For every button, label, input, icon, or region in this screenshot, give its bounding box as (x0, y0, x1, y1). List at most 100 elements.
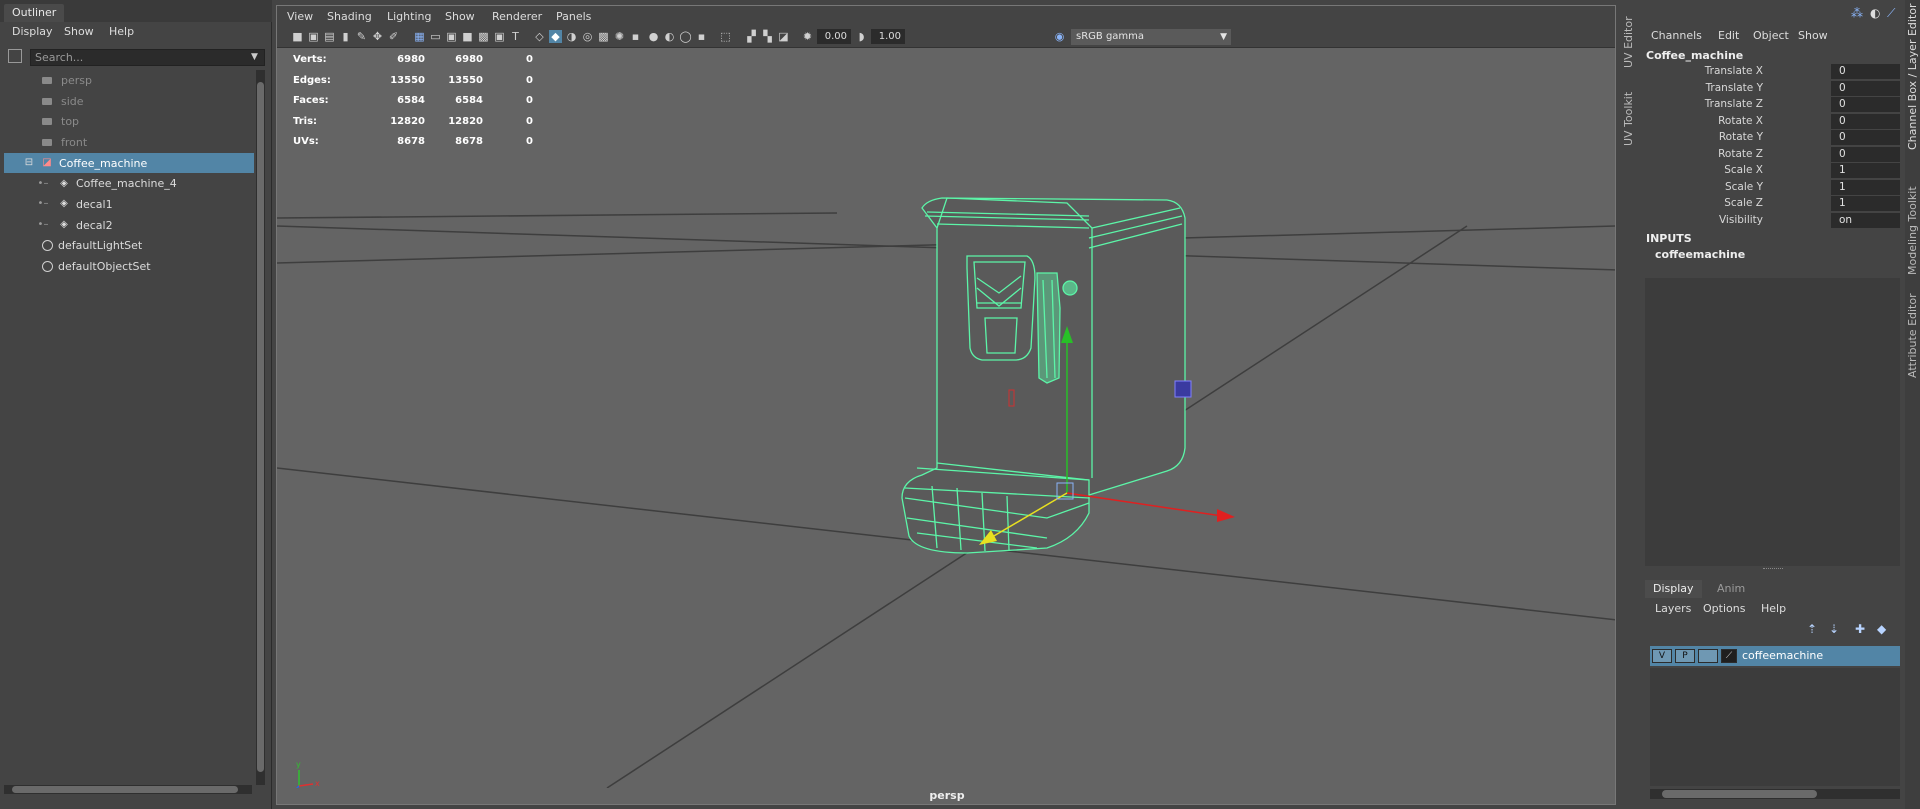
menu-help[interactable]: Help (1761, 602, 1786, 615)
attr-row-rotate-y[interactable]: Rotate Y 0 (1645, 130, 1900, 147)
xray-icon[interactable]: ▞ (745, 30, 758, 43)
input-node-coffeemachine[interactable]: coffeemachine (1655, 248, 1745, 261)
tree-item-side[interactable]: side (4, 91, 254, 112)
menu-help[interactable]: Help (109, 25, 134, 38)
filter-icon[interactable] (8, 49, 22, 63)
menu-object[interactable]: Object (1753, 29, 1789, 42)
exposure-field[interactable]: 0.00 (817, 29, 851, 44)
attr-row-translate-y[interactable]: Translate Y 0 (1645, 80, 1900, 98)
tab-anim-layers[interactable]: Anim (1709, 580, 1753, 598)
tab-modeling-toolkit[interactable]: Modeling Toolkit (1906, 186, 1919, 275)
attr-value-field[interactable]: 1 (1831, 163, 1900, 178)
menu-channels[interactable]: Channels (1651, 29, 1702, 42)
menu-lighting[interactable]: Lighting (387, 10, 431, 23)
2d-pan-zoom-icon[interactable]: ✥ (371, 30, 384, 43)
attribute-editor-icon[interactable]: ⟋ (1887, 6, 1895, 21)
depth-of-field-icon[interactable]: ▪ (695, 30, 708, 43)
collapse-icon[interactable]: ⊟ (24, 158, 34, 168)
ambient-occlusion-icon[interactable]: ● (647, 30, 660, 43)
film-gate-icon[interactable]: ▭ (429, 30, 442, 43)
grease-pencil-icon[interactable]: ✐ (387, 30, 400, 43)
gate-mask-icon[interactable]: ■ (461, 30, 474, 43)
attr-value-field[interactable]: on (1831, 212, 1900, 228)
outliner-vertical-scrollbar[interactable] (256, 70, 265, 785)
menu-show[interactable]: Show (445, 10, 475, 23)
layer-playback-toggle[interactable]: P (1675, 649, 1695, 663)
menu-shading[interactable]: Shading (327, 10, 372, 23)
attr-value-field[interactable]: 0 (1831, 113, 1900, 129)
attr-row-translate-x[interactable]: Translate X 0 (1645, 64, 1900, 81)
menu-panels[interactable]: Panels (556, 10, 591, 23)
xray-joints-icon[interactable]: ▚ (761, 30, 774, 43)
attr-value-field[interactable]: 0 (1831, 130, 1900, 145)
layer-horizontal-scrollbar[interactable] (1650, 789, 1900, 799)
menu-edit[interactable]: Edit (1718, 29, 1739, 42)
viewport-panel[interactable]: View Shading Lighting Show Renderer Pane… (276, 5, 1616, 805)
tree-item-default-light-set[interactable]: defaultLightSet (4, 236, 254, 257)
menu-show[interactable]: Show (64, 25, 94, 38)
camera-attributes-icon[interactable]: ▣ (307, 30, 320, 43)
attr-value-field[interactable]: 1 (1831, 196, 1900, 211)
wireframe-icon[interactable]: ◇ (533, 30, 546, 43)
tree-item-coffee-machine[interactable]: ⊟ ◪ Coffee_machine (4, 152, 254, 174)
gamma-icon[interactable]: ◗ (855, 30, 868, 43)
field-chart-icon[interactable]: ▩ (477, 30, 490, 43)
textured-icon[interactable]: ▩ (597, 30, 610, 43)
coffee-machine-wireframe[interactable] (901, 197, 1186, 554)
safe-title-icon[interactable]: T (509, 30, 522, 43)
tree-item-persp[interactable]: persp (4, 70, 254, 91)
attr-row-scale-x[interactable]: Scale X 1 (1645, 163, 1900, 180)
scene-3d-view[interactable]: y x (277, 48, 1616, 788)
new-layer-from-selection-icon[interactable]: ◆ (1877, 622, 1886, 636)
tab-display-layers[interactable]: Display (1645, 580, 1702, 598)
search-input[interactable] (30, 49, 265, 66)
tree-item-front[interactable]: front (4, 132, 254, 153)
tree-item-decal1[interactable]: •– ◈ decal1 (4, 194, 254, 215)
exposure-icon[interactable]: ✹ (801, 30, 814, 43)
lights-icon[interactable]: ✺ (613, 30, 626, 43)
layer-color-swatch[interactable]: ⟋ (1721, 649, 1737, 663)
layer-editor-icon[interactable]: ◐ (1870, 6, 1880, 20)
scrollbar-thumb[interactable] (1662, 790, 1817, 798)
attr-row-scale-z[interactable]: Scale Z 1 (1645, 196, 1900, 213)
tab-channel-box-layer-editor[interactable]: Channel Box / Layer Editor (1906, 3, 1919, 150)
channel-box-icon[interactable]: ⁂ (1851, 6, 1863, 20)
default-material-icon[interactable]: ◑ (565, 30, 578, 43)
scrollbar-thumb[interactable] (12, 786, 238, 793)
attr-value-field[interactable]: 0 (1831, 64, 1900, 79)
layer-visibility-toggle[interactable]: V (1652, 649, 1672, 663)
menu-view[interactable]: View (287, 10, 313, 23)
gamma-field[interactable]: 1.00 (871, 29, 905, 44)
shadows-icon[interactable]: ▪ (629, 30, 642, 43)
tab-outliner[interactable]: Outliner (4, 4, 65, 22)
backface-culling-icon[interactable]: ◪ (777, 30, 790, 43)
tree-item-coffee-machine-4[interactable]: •– ◈ Coffee_machine_4 (4, 173, 254, 194)
attr-row-rotate-z[interactable]: Rotate Z 0 (1645, 146, 1900, 164)
tab-attribute-editor[interactable]: Attribute Editor (1906, 293, 1919, 378)
menu-display[interactable]: Display (12, 25, 53, 38)
move-layer-down-icon[interactable]: ⇣ (1829, 622, 1839, 636)
anti-aliasing-icon[interactable]: ◯ (679, 30, 692, 43)
menu-options[interactable]: Options (1703, 602, 1745, 615)
safe-action-icon[interactable]: ▣ (493, 30, 506, 43)
bookmarks-icon[interactable]: ▤ (323, 30, 336, 43)
menu-layers[interactable]: Layers (1655, 602, 1691, 615)
outliner-horizontal-scrollbar[interactable] (4, 785, 252, 794)
menu-show[interactable]: Show (1798, 29, 1828, 42)
motion-blur-icon[interactable]: ◐ (663, 30, 676, 43)
layer-row-coffeemachine[interactable]: V P ⟋ coffeemachine (1650, 646, 1900, 666)
isolate-select-icon[interactable]: ⬚ (719, 30, 732, 43)
layer-display-type-toggle[interactable] (1698, 649, 1718, 663)
tree-item-top[interactable]: top (4, 111, 254, 132)
attr-row-translate-z[interactable]: Translate Z 0 (1645, 97, 1900, 114)
smooth-shade-icon[interactable]: ◆ (549, 30, 562, 43)
panel-resize-handle[interactable] (1763, 568, 1783, 570)
scrollbar-thumb[interactable] (257, 82, 264, 772)
tree-item-decal2[interactable]: •– ◈ decal2 (4, 215, 254, 236)
grid-icon[interactable]: ▦ (413, 30, 426, 43)
attr-value-field[interactable]: 0 (1831, 146, 1900, 162)
menu-renderer[interactable]: Renderer (492, 10, 542, 23)
view-transform-dropdown[interactable]: sRGB gamma ▼ (1071, 29, 1231, 45)
attr-value-field[interactable]: 0 (1831, 97, 1900, 112)
attr-row-visibility[interactable]: Visibility on (1645, 212, 1900, 230)
